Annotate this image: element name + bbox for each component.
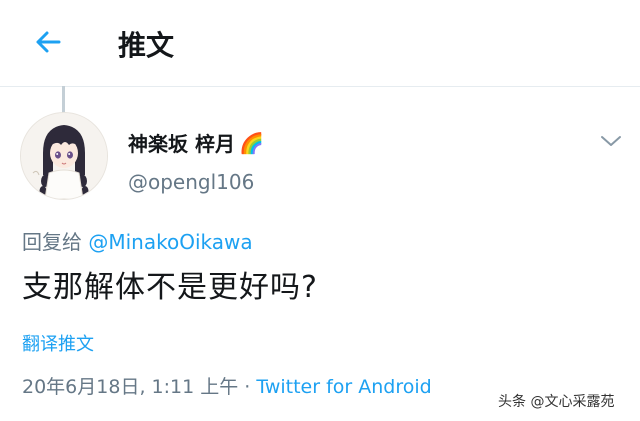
page-title: 推文 xyxy=(118,29,175,62)
tweet-meta: 20年6月18日, 1:11 上午 · Twitter for Android xyxy=(22,372,432,399)
display-name-text: 神楽坂 梓月 xyxy=(128,132,235,156)
translate-tweet-link[interactable]: 翻译推文 xyxy=(22,330,94,356)
display-name[interactable]: 神楽坂 梓月 🌈 xyxy=(128,128,264,157)
more-options-button[interactable] xyxy=(596,128,626,154)
reply-to-line: 回复给 @MinakoOikawa xyxy=(22,226,253,255)
rainbow-icon: 🌈 xyxy=(238,130,264,155)
reply-to-link[interactable]: @MinakoOikawa xyxy=(88,230,252,254)
watermark: 头条 @文心采露苑 xyxy=(494,390,619,412)
tweet-text: 支那解体不是更好吗? xyxy=(22,270,318,305)
chevron-down-icon xyxy=(601,136,621,146)
top-bar: 推文 xyxy=(0,0,640,87)
arrow-left-icon xyxy=(36,31,61,53)
back-button[interactable] xyxy=(28,22,68,62)
user-handle[interactable]: @opengl106 xyxy=(128,170,254,194)
avatar[interactable] xyxy=(20,112,108,200)
timestamp[interactable]: 20年6月18日, 1:11 上午 xyxy=(22,376,238,398)
thread-connector-line xyxy=(62,86,65,114)
reply-prefix: 回复给 xyxy=(22,230,89,254)
source-link[interactable]: Twitter for Android xyxy=(256,376,431,398)
meta-separator: · xyxy=(238,376,257,398)
avatar-illustration xyxy=(21,113,107,199)
